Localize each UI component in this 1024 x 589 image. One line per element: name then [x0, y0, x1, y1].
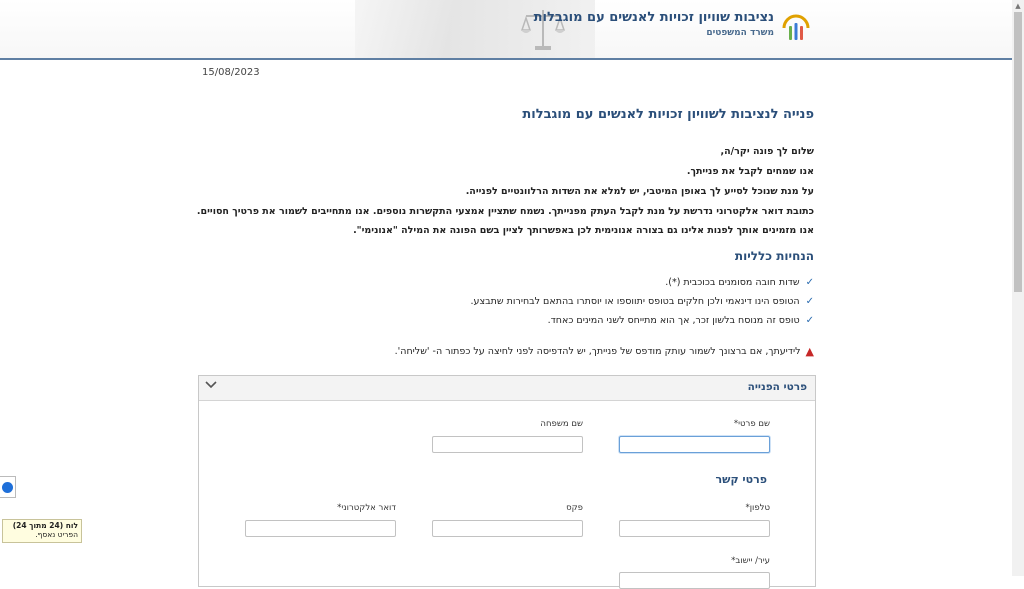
panel-header[interactable]: פרטי הפנייה	[199, 376, 815, 401]
tooltip-subtitle: הפריט נאסף.	[35, 530, 78, 539]
fax-label: פקס	[566, 503, 583, 513]
last-name-label: שם משפחה	[540, 419, 583, 429]
intro-line: אנו שמחים לקבל את פנייתך.	[686, 166, 814, 177]
email-label: דואר אלקטרוני*	[337, 503, 396, 513]
clipboard-tooltip: לוח (24 מתוך 24) הפריט נאסף.	[2, 519, 82, 543]
commission-logo-icon[interactable]	[780, 12, 812, 44]
panel-title: פרטי הפנייה	[747, 381, 807, 393]
intro-line: אנו מזמינים אותך לפנות אלינו גם בצורה אנ…	[353, 225, 814, 236]
phone-input[interactable]	[619, 520, 770, 537]
first-name-label: שם פרטי*	[733, 419, 770, 429]
first-name-input[interactable]	[619, 436, 770, 453]
last-name-input[interactable]	[432, 436, 583, 453]
site-header: נציבות שוויון זכויות לאנשים עם מוגבלות מ…	[0, 0, 1012, 60]
site-subtitle: משרד המשפטים	[706, 28, 774, 38]
scroll-up-arrow-icon[interactable]: ▲	[1012, 0, 1024, 12]
intro-line: על מנת שנוכל לסייע לך באופן המיטבי, יש ל…	[465, 186, 814, 197]
guideline-text: טופס זה מנוסח בלשון זכר, אך הוא מתייחס ל…	[547, 315, 800, 326]
guideline-item: ✓ הטופס הינו דינאמי ולכן חלקים בטופס יתו…	[471, 296, 814, 307]
phone-label: טלפון*	[745, 503, 770, 513]
print-warning: ▲ לידיעתך, אם ברצונך לשמור עותק מודפס של…	[395, 345, 814, 358]
intro-line: כתובת דואר אלקטרוני נדרשת על מנת לקבל הע…	[196, 206, 814, 217]
intro-greeting: שלום לך פונה יקר/ה,	[720, 146, 814, 157]
remote-support-icon[interactable]	[2, 482, 13, 493]
warning-text: לידיעתך, אם ברצונך לשמור עותק מודפס של פ…	[394, 346, 801, 357]
guideline-text: הטופס הינו דינאמי ולכן חלקים בטופס יתווס…	[470, 296, 800, 307]
scroll-thumb[interactable]	[1014, 12, 1022, 292]
check-icon: ✓	[805, 296, 814, 307]
tooltip-title: לוח (24 מתוך 24)	[12, 521, 78, 530]
city-input[interactable]	[619, 572, 770, 589]
page-title: פנייה לנציבות לשוויון זכויות לאנשים עם מ…	[522, 107, 814, 122]
remote-support-widget[interactable]	[0, 476, 16, 498]
guideline-item: ✓ טופס זה מנוסח בלשון זכר, אך הוא מתייחס…	[548, 315, 814, 326]
guidelines-heading: הנחיות כלליות	[734, 249, 814, 263]
city-label: עיר/ יישוב*	[731, 556, 770, 566]
email-input[interactable]	[245, 520, 396, 537]
page-date: 15/08/2023	[202, 67, 260, 78]
site-title[interactable]: נציבות שוויון זכויות לאנשים עם מוגבלות	[534, 10, 774, 25]
guideline-text: שדות חובה מסומנים בכוכבית (*).	[665, 277, 800, 288]
fax-input[interactable]	[432, 520, 583, 537]
inquiry-details-panel: פרטי הפנייה שם פרטי* שם משפחה פרטי קשר ט…	[198, 375, 816, 589]
warning-icon: ▲	[805, 345, 814, 358]
guideline-item: ✓ שדות חובה מסומנים בכוכבית (*).	[665, 277, 814, 288]
chevron-down-icon[interactable]	[204, 378, 218, 392]
contact-details-heading: פרטי קשר	[715, 473, 767, 486]
page-scrollbar[interactable]: ▲	[1012, 0, 1024, 576]
check-icon: ✓	[805, 315, 814, 326]
check-icon: ✓	[805, 277, 814, 288]
